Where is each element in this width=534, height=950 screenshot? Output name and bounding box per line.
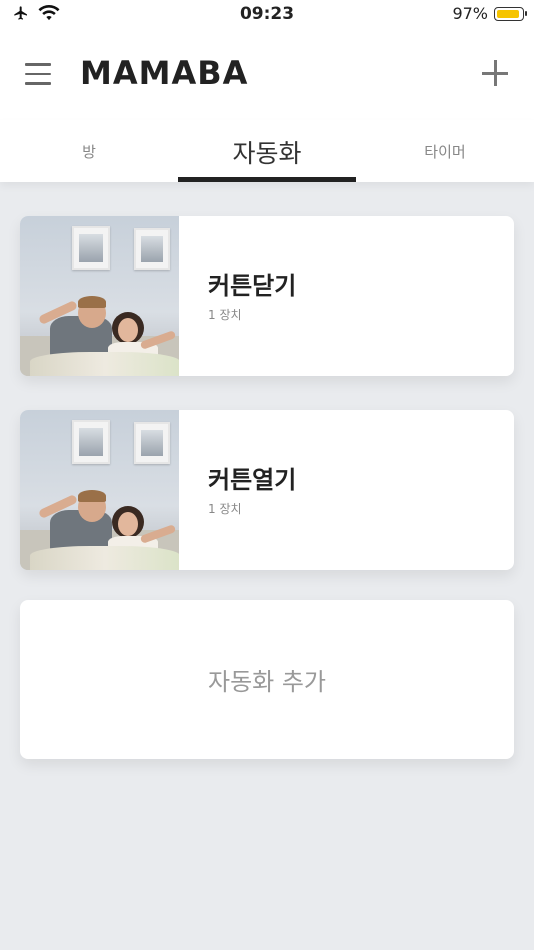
automation-thumbnail xyxy=(20,216,179,376)
tab-automation[interactable]: 자동화 xyxy=(178,120,356,182)
battery-icon xyxy=(494,6,527,21)
battery-percent: 97% xyxy=(452,4,488,23)
tab-room[interactable]: 방 xyxy=(0,120,178,182)
automation-title: 커튼닫기 xyxy=(208,272,297,300)
tab-bar: 방 자동화 타이머 xyxy=(0,120,534,182)
automation-card[interactable]: 커튼열기 1 장치 xyxy=(20,410,514,570)
add-automation-label: 자동화 추가 xyxy=(207,668,327,696)
automation-card[interactable]: 커튼닫기 1 장치 xyxy=(20,216,514,376)
tab-timer[interactable]: 타이머 xyxy=(356,120,534,182)
tab-label: 방 xyxy=(82,143,96,161)
add-automation-button[interactable]: 자동화 추가 xyxy=(20,600,514,759)
tab-label: 자동화 xyxy=(232,139,302,168)
automation-thumbnail xyxy=(20,410,179,570)
status-right: 97% xyxy=(452,4,527,23)
automation-device-count: 1 장치 xyxy=(208,502,242,516)
tab-label: 타이머 xyxy=(424,143,466,161)
automation-device-count: 1 장치 xyxy=(208,308,242,322)
app-logo: MAMABA xyxy=(80,54,249,92)
status-bar: 09:23 97% xyxy=(0,0,534,30)
plus-icon[interactable] xyxy=(482,60,508,86)
automation-title: 커튼열기 xyxy=(208,466,297,494)
hamburger-menu-icon[interactable] xyxy=(25,63,51,85)
app-bar: MAMABA xyxy=(0,30,534,120)
